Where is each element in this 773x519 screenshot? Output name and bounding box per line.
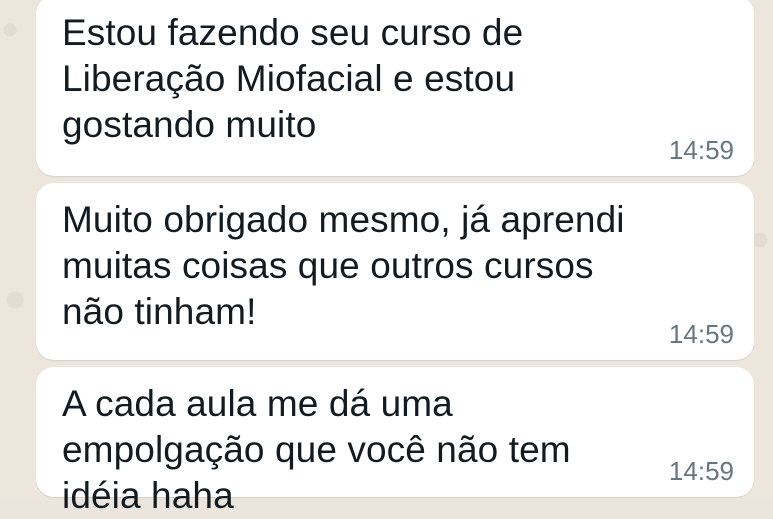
message-text: Estou fazendo seu curso de Liberação Mio… [62,12,524,145]
message-text: A cada aula me dá uma empolgação que voc… [62,383,571,516]
message-text: Muito obrigado mesmo, já aprendi muitas … [62,199,625,332]
message-timestamp: 14:59 [668,456,734,486]
message-timestamp: 14:59 [668,319,734,349]
message-timestamp: 14:59 [668,135,734,165]
message-bubble[interactable]: Estou fazendo seu curso de Liberação Mio… [36,0,754,176]
message-bubble[interactable]: Muito obrigado mesmo, já aprendi muitas … [36,183,754,360]
message-bubble[interactable]: A cada aula me dá uma empolgação que voc… [36,367,754,516]
